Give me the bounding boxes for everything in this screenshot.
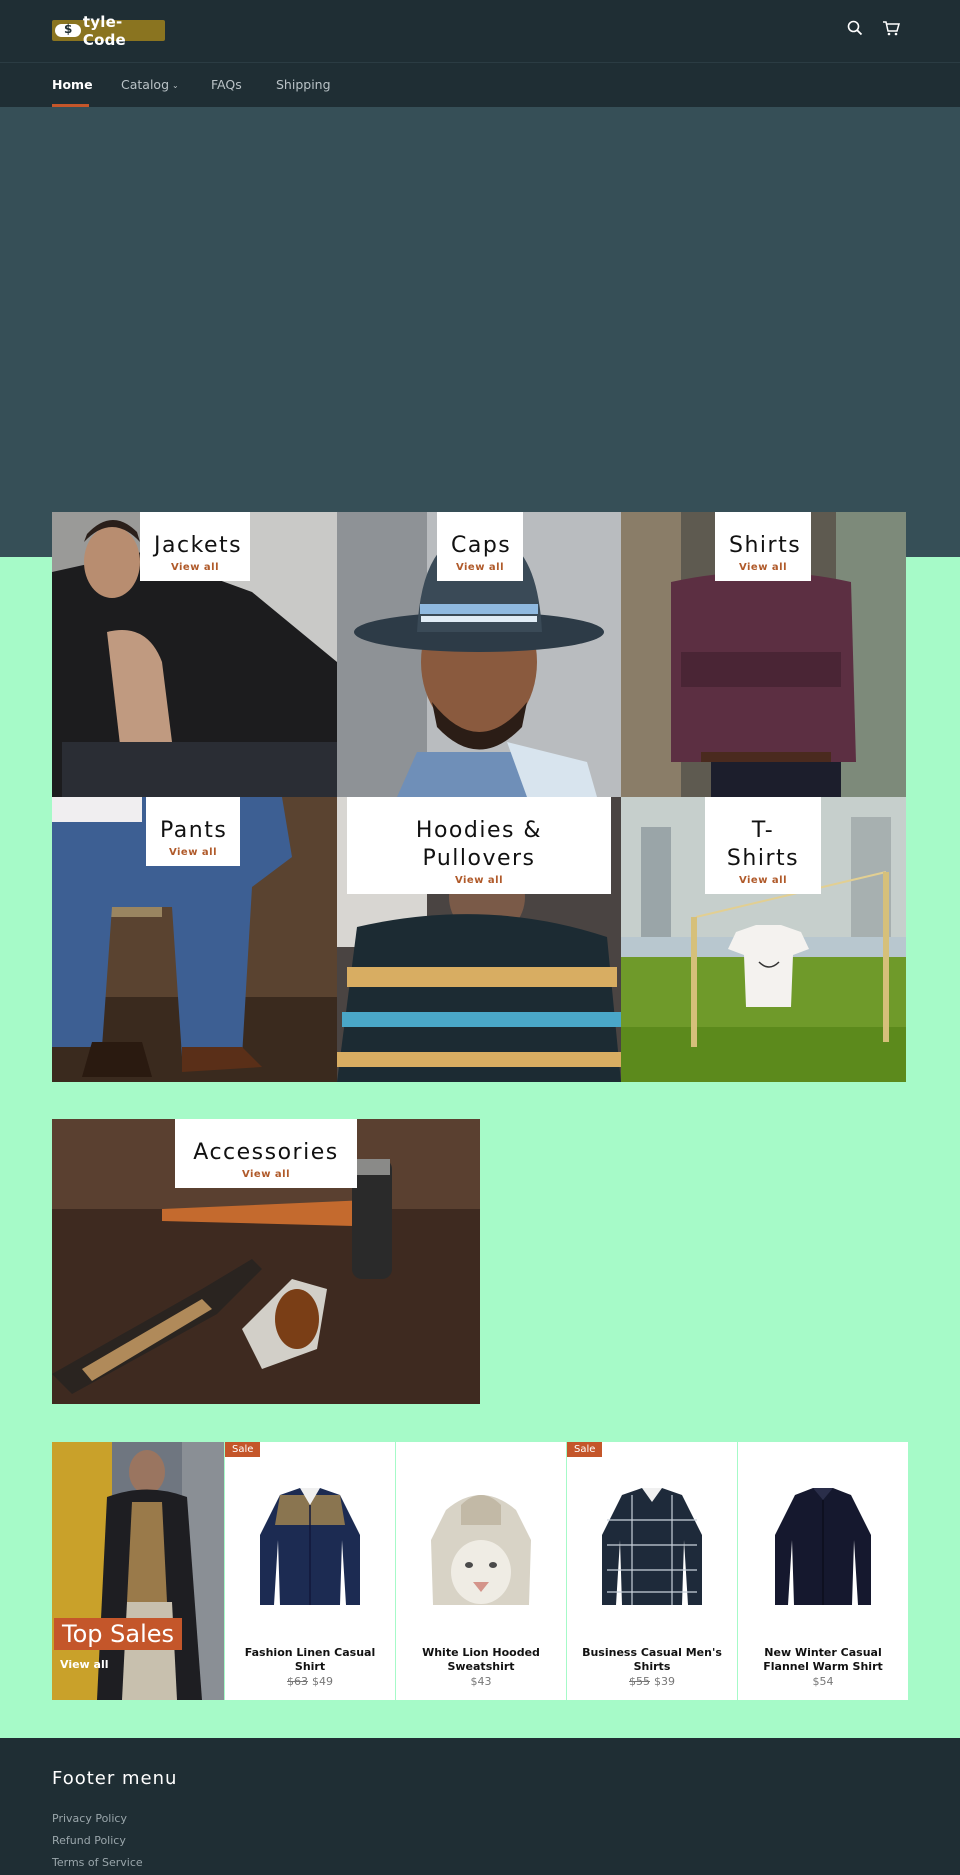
product-card[interactable]: New Winter Casual Flannel Warm Shirt $54 (738, 1442, 908, 1700)
nav-item-shipping[interactable]: Shipping (276, 77, 331, 92)
product-name: Fashion Linen Casual Shirt (244, 1646, 376, 1673)
collection-title: T-Shirts (726, 818, 800, 871)
product-image (431, 1495, 531, 1605)
product-card[interactable]: Sale Fashion Linen Casual Shirt $63 $49 (225, 1442, 395, 1700)
collection-tile-jackets[interactable]: Jackets View all (52, 512, 337, 797)
product-image (775, 1488, 871, 1605)
collection-title: Hoodies & Pullovers (415, 818, 543, 871)
footer-link-refund-policy[interactable]: Refund Policy (52, 1834, 126, 1847)
collection-label: Pants View all (146, 797, 240, 866)
nav-item-catalog[interactable]: Catalog ⌄ (121, 77, 179, 92)
sale-price: $54 (812, 1675, 834, 1688)
footer-link-terms-of-service[interactable]: Terms of Service (52, 1856, 143, 1869)
collection-label: Hoodies & Pullovers View all (347, 797, 611, 894)
product-name: Business Casual Men's Shirts (582, 1646, 722, 1673)
original-price: $55 (629, 1675, 650, 1688)
top-sales-title: Top Sales (54, 1618, 183, 1650)
top-sales-view-all-link[interactable]: View all (60, 1658, 109, 1671)
product-card[interactable]: White Lion Hooded Sweatshirt $43 (396, 1442, 566, 1700)
original-price: $63 (287, 1675, 308, 1688)
site-logo[interactable]: tyle-Code (52, 13, 165, 49)
product-name: New Winter Casual Flannel Warm Shirt (763, 1646, 883, 1673)
collection-label: Shirts View all (715, 512, 811, 581)
collection-tile-accessories[interactable]: Accessories View all (52, 1119, 480, 1404)
collection-tile-pants[interactable]: Pants View all (52, 797, 337, 1082)
product-name: White Lion Hooded Sweatshirt (422, 1646, 540, 1673)
collection-title: Jackets (154, 533, 243, 558)
search-icon[interactable] (847, 20, 867, 40)
view-all-link[interactable]: View all (160, 847, 226, 858)
collection-tile-t-shirts[interactable]: T-Shirts View all (621, 797, 906, 1082)
view-all-link[interactable]: View all (729, 562, 797, 573)
main-nav: Home Catalog ⌄ FAQs Shipping (0, 62, 960, 107)
view-all-link[interactable]: View all (719, 875, 807, 886)
view-all-link[interactable]: View all (451, 562, 509, 573)
view-all-link[interactable]: View all (154, 562, 236, 573)
view-all-link[interactable]: View all (189, 1169, 343, 1180)
collection-tile-caps[interactable]: Caps View all (337, 512, 621, 797)
footer-title: Footer menu (52, 1768, 178, 1789)
sale-badge: Sale (225, 1442, 261, 1457)
footer-link-privacy-policy[interactable]: Privacy Policy (52, 1812, 127, 1825)
logo-text: tyle-Code (82, 12, 126, 49)
product-image (260, 1488, 360, 1605)
collection-label: T-Shirts View all (705, 797, 821, 894)
sale-price: $39 (654, 1675, 675, 1688)
collection-label: Caps View all (437, 512, 523, 581)
top-sales-promo[interactable]: Top Sales View all (52, 1442, 224, 1700)
collection-title: Caps (451, 533, 512, 558)
product-image (602, 1488, 702, 1605)
collection-label: Accessories View all (175, 1119, 357, 1188)
product-price: $43 (396, 1675, 566, 1688)
nav-item-home[interactable]: Home (52, 77, 93, 92)
product-price: $63 $49 (225, 1675, 395, 1688)
chevron-down-icon: ⌄ (172, 81, 179, 90)
sale-price: $49 (312, 1675, 333, 1688)
site-footer: Footer menu Privacy Policy Refund Policy… (0, 1738, 960, 1875)
view-all-link[interactable]: View all (361, 875, 597, 886)
hero-banner (0, 107, 960, 557)
nav-item-faqs[interactable]: FAQs (211, 77, 242, 92)
sale-badge: Sale (567, 1442, 603, 1457)
collection-title: Pants (160, 818, 228, 843)
collection-title: Accessories (193, 1140, 339, 1165)
collection-tile-shirts[interactable]: Shirts View all (621, 512, 906, 797)
product-card[interactable]: Sale Business Casual Men's Shirts $55 $39 (567, 1442, 737, 1700)
product-price: $54 (738, 1675, 908, 1688)
sale-price: $43 (470, 1675, 492, 1688)
collection-title: Shirts (729, 533, 802, 558)
collection-label: Jackets View all (140, 512, 250, 581)
logo-tag-icon (55, 22, 81, 37)
product-price: $55 $39 (567, 1675, 737, 1688)
nav-item-catalog-label: Catalog (121, 77, 170, 92)
site-header: tyle-Code (0, 0, 960, 62)
collection-tile-hoodies-pullovers[interactable]: Hoodies & Pullovers View all (337, 797, 621, 1082)
cart-icon[interactable] (882, 20, 902, 40)
